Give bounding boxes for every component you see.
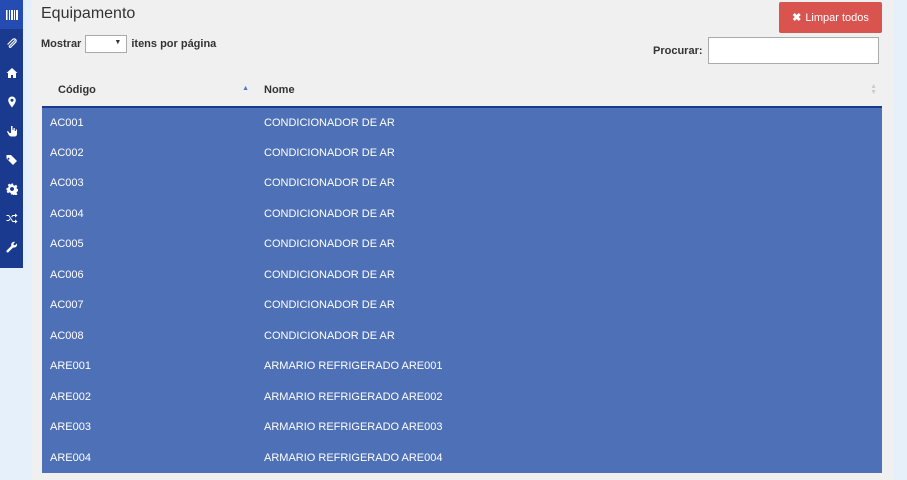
column-header-name-label: Nome (264, 84, 295, 96)
cell-code: ARE003 (50, 421, 91, 434)
cell-code: ARE004 (50, 451, 91, 464)
cell-code: AC005 (50, 238, 84, 251)
page-length-control: Mostrar ▼ itens por página (41, 35, 216, 53)
cell-name: CONDICIONADOR DE AR (264, 207, 395, 220)
random-icon (6, 213, 17, 223)
chevron-down-icon: ▼ (114, 39, 122, 46)
page-length-select[interactable]: ▼ (85, 35, 128, 53)
equipment-panel: Equipamento ✖ Limpar todos Mostrar ▼ ite… (32, 0, 894, 480)
sidebar-item-tools[interactable] (0, 232, 23, 261)
clear-all-label: Limpar todos (805, 11, 869, 24)
tags-icon (6, 154, 17, 165)
table-row[interactable]: AC005 CONDICIONADOR DE AR (42, 229, 882, 260)
cell-code: ARE002 (50, 390, 91, 403)
cell-name: CONDICIONADOR DE AR (264, 238, 395, 251)
table-row[interactable]: ARE003 ARMARIO REFRIGERADO ARE003 (42, 412, 882, 443)
cell-code: AC007 (50, 299, 84, 312)
cell-name: CONDICIONADOR DE AR (264, 329, 395, 342)
sidebar-item-attachments[interactable] (0, 29, 23, 58)
cell-name: CONDICIONADOR DE AR (264, 299, 395, 312)
table-row[interactable]: ARE001 ARMARIO REFRIGERADO ARE001 (42, 351, 882, 382)
cell-name: CONDICIONADOR DE AR (264, 146, 395, 159)
sidebar-item-random[interactable] (0, 203, 23, 232)
search-input[interactable] (707, 37, 879, 64)
page-title: Equipamento (41, 5, 136, 22)
sidebar-item-settings[interactable] (0, 174, 23, 203)
sidebar (0, 0, 23, 268)
wrench-icon (5, 241, 17, 252)
cell-code: AC008 (50, 329, 84, 342)
column-header-code[interactable]: Código ▲ (42, 74, 254, 108)
per-page-label: itens por página (131, 38, 217, 50)
column-header-name[interactable]: Nome ▲ ▼ (254, 74, 882, 108)
home-icon (6, 67, 17, 78)
table-row[interactable]: ARE004 ARMARIO REFRIGERADO ARE004 (42, 442, 882, 473)
cell-name: CONDICIONADOR DE AR (264, 177, 395, 190)
cell-name: CONDICIONADOR DE AR (264, 116, 395, 129)
hand-icon (6, 125, 17, 136)
sidebar-item-location[interactable] (0, 87, 23, 116)
table-row[interactable]: AC004 CONDICIONADOR DE AR (42, 198, 882, 229)
cell-code: AC006 (50, 268, 84, 281)
sidebar-item-tags[interactable] (0, 145, 23, 174)
paperclip-icon (6, 37, 17, 48)
sort-icon: ▲ ▼ (870, 83, 877, 96)
table-row[interactable]: AC008 CONDICIONADOR DE AR (42, 320, 882, 351)
cell-name: ARMARIO REFRIGERADO ARE002 (264, 390, 443, 403)
sort-ascending-icon: ▲ (242, 85, 249, 92)
close-icon: ✖ (792, 12, 802, 24)
table-row[interactable]: AC002 CONDICIONADOR DE AR (42, 137, 882, 168)
table-row[interactable]: AC001 CONDICIONADOR DE AR (42, 107, 882, 138)
cell-code: AC001 (50, 116, 84, 129)
barcode-icon (5, 9, 18, 20)
equipment-table: Código ▲ Nome ▲ ▼ AC001 CONDICIONADOR DE A… (42, 74, 882, 473)
sidebar-item-home[interactable] (0, 58, 23, 87)
cell-code: AC004 (50, 207, 84, 220)
search-label: Procurar: (653, 44, 703, 57)
show-label: Mostrar (41, 38, 82, 50)
table-row[interactable]: AC006 CONDICIONADOR DE AR (42, 259, 882, 290)
cell-code: AC002 (50, 146, 84, 159)
column-header-code-label: Código (58, 84, 96, 96)
cell-name: ARMARIO REFRIGERADO ARE004 (264, 451, 443, 464)
table-row[interactable]: AC003 CONDICIONADOR DE AR (42, 168, 882, 199)
table-row[interactable]: AC007 CONDICIONADOR DE AR (42, 290, 882, 321)
gear-icon (6, 183, 18, 195)
cell-code: ARE001 (50, 360, 91, 373)
search-control: Procurar: (653, 37, 879, 64)
clear-all-button[interactable]: ✖ Limpar todos (779, 2, 882, 33)
cell-code: AC003 (50, 177, 84, 190)
table-header-row: Código ▲ Nome ▲ ▼ (42, 74, 882, 108)
sidebar-item-hand[interactable] (0, 116, 23, 145)
cell-name: ARMARIO REFRIGERADO ARE001 (264, 360, 443, 373)
sidebar-item-barcode[interactable] (0, 0, 23, 29)
cell-name: CONDICIONADOR DE AR (264, 268, 395, 281)
table-row[interactable]: ARE002 ARMARIO REFRIGERADO ARE002 (42, 381, 882, 412)
cell-name: ARMARIO REFRIGERADO ARE003 (264, 421, 443, 434)
map-marker-icon (7, 96, 16, 107)
